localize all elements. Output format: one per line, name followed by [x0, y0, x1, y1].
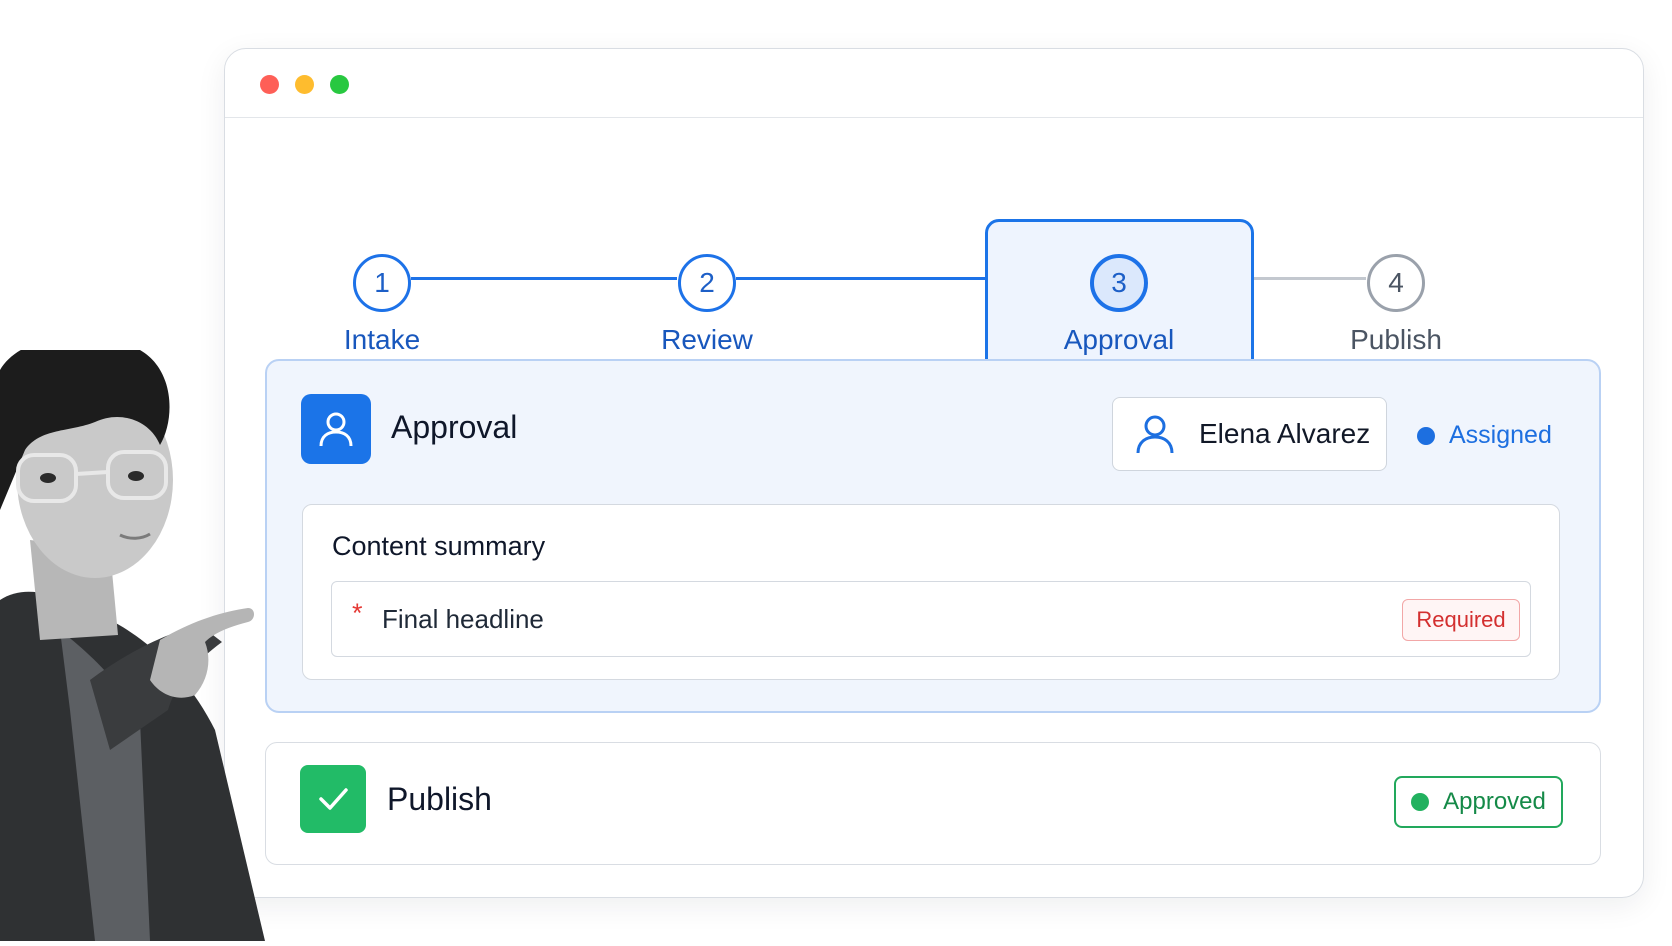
step-approval[interactable]: 3 Approval [1029, 254, 1209, 356]
step-number: 3 [1090, 254, 1148, 312]
checkmark-icon [300, 765, 366, 833]
user-icon [1136, 415, 1174, 454]
zoom-window-button[interactable] [330, 75, 349, 94]
close-window-button[interactable] [260, 75, 279, 94]
status-dot [1417, 426, 1435, 445]
step-number: 4 [1367, 254, 1425, 312]
user-icon [301, 394, 371, 464]
step-label: Approval [1063, 324, 1175, 355]
assigned-status: Assigned [1417, 421, 1552, 450]
step-label: Publish [1350, 324, 1442, 355]
status-label: Assigned [1449, 421, 1552, 449]
required-badge: Required [1402, 599, 1520, 641]
step-intake[interactable]: 1 Intake [292, 254, 472, 356]
required-marker: * [352, 598, 363, 628]
step-publish[interactable]: 4 Publish [1306, 254, 1486, 356]
assignee-name: Elena Alvarez [1199, 418, 1371, 449]
window-titlebar [225, 49, 1643, 118]
status-dot [1411, 793, 1430, 811]
step-label: Intake [343, 324, 421, 355]
status-label: Approved [1443, 788, 1546, 815]
step-label: Review [661, 324, 753, 355]
approval-title: Approval [391, 409, 518, 445]
step-review[interactable]: 2 Review [617, 254, 797, 356]
publish-card: Publish Approved [265, 742, 1601, 865]
step-number: 1 [353, 254, 411, 312]
content-summary-panel: Content summary * Final headline Require… [302, 504, 1560, 680]
approval-card: Approval Elena Alvarez Assigned Content … [265, 359, 1601, 713]
step-number: 2 [678, 254, 736, 312]
content-summary-title: Content summary [332, 531, 546, 561]
presenter-photo [0, 336, 280, 941]
approved-status-badge: Approved [1394, 776, 1563, 828]
app-window: 1 Intake 2 Review 3 Approval 4 Publish A… [224, 48, 1644, 898]
final-headline-field[interactable]: * Final headline Required [331, 581, 1531, 657]
minimize-window-button[interactable] [295, 75, 314, 94]
publish-title: Publish [387, 781, 492, 817]
assignee-selector[interactable]: Elena Alvarez [1112, 397, 1387, 471]
field-label: Final headline [382, 604, 544, 634]
